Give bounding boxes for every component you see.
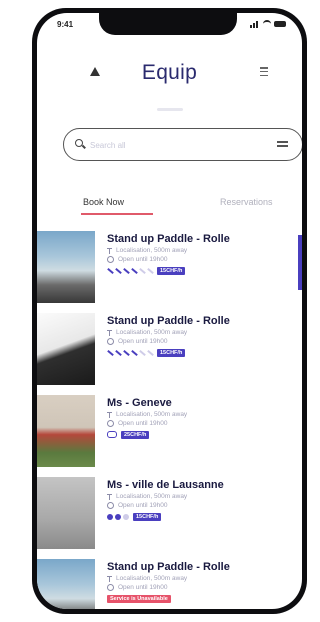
status-icons [250, 20, 286, 28]
item-location: Localisation, 500m away [116, 247, 188, 254]
item-hours: Open until 19h00 [118, 584, 168, 591]
status-time: 9:41 [57, 20, 74, 29]
clock-icon [107, 338, 114, 345]
item-location: Localisation, 500m away [116, 411, 188, 418]
clock-icon [107, 502, 114, 509]
bike-icon [107, 431, 117, 438]
price-badge: 15CHF/h [157, 266, 186, 275]
paddle-icon [123, 350, 129, 356]
paddle-icon [107, 350, 113, 356]
paddle-icon [123, 268, 129, 274]
equipment-photo [37, 395, 95, 467]
location-icon [107, 247, 112, 254]
equipment-photo [37, 313, 95, 385]
list-item[interactable]: Ms - ville de Lausanne Localisation, 500… [37, 477, 299, 549]
phone-frame: 9:41 Equip Book Now Reservations [32, 8, 307, 614]
list-item[interactable]: Stand up Paddle - Rolle Localisation, 50… [37, 231, 299, 303]
item-hours: Open until 19h00 [118, 502, 168, 509]
menu-icon[interactable] [260, 67, 268, 76]
paddle-icon [107, 268, 113, 274]
filter-icon[interactable] [277, 140, 288, 148]
sport-icon [123, 513, 129, 520]
paddle-icon [139, 268, 145, 274]
location-icon [107, 575, 112, 582]
paddle-icon [131, 350, 137, 356]
clock-icon [107, 584, 114, 591]
item-name: Stand up Paddle - Rolle [107, 561, 230, 573]
list-item[interactable]: Stand up Paddle - Rolle Localisation, 50… [37, 313, 299, 385]
active-tab-indicator [81, 213, 153, 215]
signal-icon [250, 20, 260, 28]
item-location: Localisation, 500m away [116, 575, 188, 582]
item-name: Ms - ville de Lausanne [107, 479, 224, 491]
item-name: Ms - Geneve [107, 397, 172, 409]
item-name: Stand up Paddle - Rolle [107, 315, 230, 327]
search-input[interactable] [90, 137, 250, 153]
unavailable-badge: Service is Unavailable [107, 594, 171, 603]
item-hours: Open until 19h00 [118, 256, 168, 263]
tab-book-now[interactable]: Book Now [83, 197, 124, 207]
paddle-icon [139, 350, 145, 356]
paddle-icon [147, 268, 153, 274]
item-location: Localisation, 500m away [116, 493, 188, 500]
sport-icon [115, 513, 121, 520]
search-icon [75, 139, 83, 147]
equipment-photo [37, 231, 95, 303]
paddle-icon [147, 350, 153, 356]
item-hours: Open until 19h00 [118, 338, 168, 345]
price-badge: 15CHF/h [157, 348, 186, 357]
price-badge: 15CHF/h [133, 512, 162, 521]
app-screen: 9:41 Equip Book Now Reservations [37, 13, 302, 609]
app-header: Equip [37, 55, 302, 95]
tab-bar: Book Now Reservations [37, 188, 302, 218]
item-hours: Open until 19h00 [118, 420, 168, 427]
clock-icon [107, 420, 114, 427]
location-icon [107, 493, 112, 500]
tab-reservations[interactable]: Reservations [220, 197, 273, 207]
paddle-icon [115, 268, 121, 274]
price-badge: 25CHF/h [121, 430, 150, 439]
list-item[interactable]: Ms - Geneve Localisation, 500m away Open… [37, 395, 299, 467]
wifi-icon [263, 20, 271, 28]
location-icon [107, 411, 112, 418]
search-bar [63, 128, 302, 161]
equipment-photo [37, 559, 95, 609]
notch [99, 13, 237, 35]
paddle-icon [131, 268, 137, 274]
clock-icon [107, 256, 114, 263]
list-item[interactable]: Stand up Paddle - Rolle Localisation, 50… [37, 559, 299, 609]
location-icon [107, 329, 112, 336]
sheet-handle[interactable] [157, 108, 183, 111]
equipment-photo [37, 477, 95, 549]
battery-icon [274, 21, 286, 27]
equipment-list: Stand up Paddle - Rolle Localisation, 50… [37, 231, 302, 609]
paddle-icon [115, 350, 121, 356]
item-location: Localisation, 500m away [116, 329, 188, 336]
gear-icon [107, 513, 113, 520]
item-name: Stand up Paddle - Rolle [107, 233, 230, 245]
